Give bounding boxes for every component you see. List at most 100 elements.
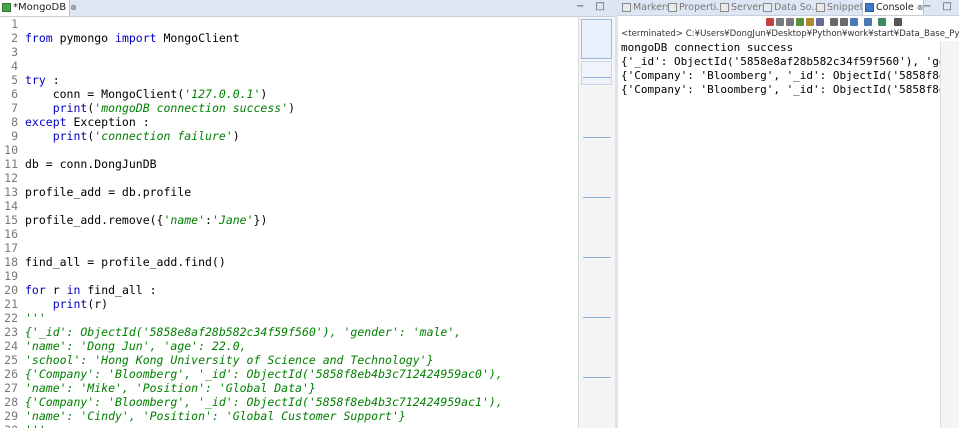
overview-mark[interactable] [583, 137, 611, 138]
code-text: profile_add = db.profile [25, 185, 191, 199]
code-line[interactable]: 28 {'Company': 'Bloomberg', '_id': Object… [0, 395, 578, 409]
close-icon[interactable]: ⊗ [917, 3, 924, 12]
keyword-token: except [25, 115, 67, 129]
code-line[interactable]: 9 print('connection failure') [0, 129, 578, 143]
terminate-icon[interactable] [766, 18, 774, 26]
line-number: 23 [4, 325, 18, 339]
overview-mark[interactable] [583, 317, 611, 318]
view-tab-snippets[interactable]: Snippets [814, 0, 868, 15]
code-line[interactable]: 12 [0, 171, 578, 185]
editor-tab-mongodb[interactable]: *MongoDB ⊗ [0, 0, 77, 16]
code-line[interactable]: 23 {'_id': ObjectId('5858e8af28b582c34f59… [0, 325, 578, 339]
code-text: ''' [25, 423, 46, 428]
line-number: 10 [4, 143, 18, 157]
code-line[interactable]: 21 print(r) [0, 297, 578, 311]
code-text: conn = MongoClient('127.0.0.1') [25, 87, 268, 101]
line-number: 16 [4, 227, 18, 241]
code-line[interactable]: 16 [0, 227, 578, 241]
code-line[interactable]: 3 [0, 45, 578, 59]
clear-console-icon[interactable] [796, 18, 804, 26]
code-line[interactable]: 2 from pymongo import MongoClient [0, 31, 578, 45]
code-text: {'Company': 'Bloomberg', '_id': ObjectId… [25, 395, 503, 409]
close-icon[interactable]: ⊗ [70, 0, 77, 16]
code-line[interactable]: 24 'name': 'Dong Jun', 'age': 22.0, [0, 339, 578, 353]
code-line[interactable]: 4 [0, 59, 578, 73]
show-stderr-icon[interactable] [840, 18, 848, 26]
code-editor[interactable]: 1 2 from pymongo import MongoClient 3 4 5 try … [0, 17, 578, 428]
overview-viewport[interactable] [581, 19, 612, 59]
code-line[interactable]: 17 [0, 241, 578, 255]
string-token: ''' [25, 423, 46, 428]
string-token: 'name': 'Mike', 'Position': 'Global Data… [25, 381, 316, 395]
keyword-token: print [52, 129, 88, 143]
code-token: find_all = profile_add.find() [25, 255, 226, 269]
code-line[interactable]: 14 [0, 199, 578, 213]
code-text: db = conn.DongJunDB [25, 157, 157, 171]
view-tab-data-so[interactable]: Data So... [761, 0, 820, 15]
editor-pane: *MongoDB ⊗ − □ 1 2 from pymongo import Mong… [0, 0, 615, 428]
code-text: {'Company': 'Bloomberg', '_id': ObjectId… [25, 367, 503, 381]
overview-mark[interactable] [583, 377, 611, 378]
keyword-token: try [25, 73, 46, 87]
code-line[interactable]: 10 [0, 143, 578, 157]
remove-launch-icon[interactable] [776, 18, 784, 26]
show-stdout-icon[interactable] [830, 18, 838, 26]
code-line[interactable]: 20 for r in find_all : [0, 283, 578, 297]
console-output-line: mongoDB connection success [621, 41, 794, 54]
code-text: 'name': 'Mike', 'Position': 'Global Data… [25, 381, 316, 395]
code-line[interactable]: 26 {'Company': 'Bloomberg', '_id': Object… [0, 367, 578, 381]
overview-mark[interactable] [583, 257, 611, 258]
code-line[interactable]: 30 ''' [0, 423, 578, 428]
view-tab-console[interactable]: Console ⊗ [862, 0, 925, 15]
code-token: pymongo [52, 31, 116, 45]
remove-all-icon[interactable] [786, 18, 794, 26]
line-number: 14 [4, 199, 18, 213]
overview-mark[interactable] [583, 197, 611, 198]
code-line[interactable]: 25 'school': 'Hong Kong University of Sci… [0, 353, 578, 367]
view-menu-icon[interactable] [894, 18, 902, 26]
line-number: 18 [4, 255, 18, 269]
string-token: 'mongoDB connection success' [94, 101, 289, 115]
line-number: 4 [11, 59, 18, 73]
code-line[interactable]: 6 conn = MongoClient('127.0.0.1') [0, 87, 578, 101]
code-line[interactable]: 27 'name': 'Mike', 'Position': 'Global Da… [0, 381, 578, 395]
code-line[interactable]: 8 except Exception : [0, 115, 578, 129]
overview-mark[interactable] [583, 77, 611, 78]
scroll-lock-icon[interactable] [806, 18, 814, 26]
console-vertical-scrollbar[interactable] [940, 41, 959, 428]
code-text: print(r) [25, 297, 108, 311]
code-line[interactable]: 1 [0, 17, 578, 31]
string-token: 'Jane' [211, 213, 254, 227]
view-tab-properti[interactable]: Properti... [666, 0, 725, 15]
code-line[interactable]: 7 print('mongoDB connection success') [0, 101, 578, 115]
line-number: 24 [4, 339, 18, 353]
overview-ruler[interactable] [578, 17, 615, 428]
console-output-line: {'_id': ObjectId('5858e8af28b582c34f59f5… [621, 55, 946, 68]
keyword-token: print [52, 297, 88, 311]
code-line[interactable]: 11 db = conn.DongJunDB [0, 157, 578, 171]
editor-window-controls[interactable]: − □ [576, 1, 609, 12]
code-line[interactable]: 15 profile_add.remove({'name':'Jane'}) [0, 213, 578, 227]
code-line[interactable]: 29 'name': 'Cindy', 'Position': 'Global C… [0, 409, 578, 423]
open-console-icon[interactable] [878, 18, 886, 26]
keyword-token: import [115, 31, 157, 45]
console-output[interactable]: mongoDB connection success {'_id': Object… [621, 41, 946, 97]
servers-icon [720, 3, 729, 12]
code-line[interactable]: 18 find_all = profile_add.find() [0, 255, 578, 269]
code-line[interactable]: 19 [0, 269, 578, 283]
pin-console-icon[interactable] [850, 18, 858, 26]
data-source-icon [763, 3, 772, 12]
console-window-controls[interactable]: − □ [923, 1, 956, 12]
word-wrap-icon[interactable] [816, 18, 824, 26]
view-tab-markers[interactable]: Markers [620, 0, 671, 15]
code-line[interactable]: 22 ''' [0, 311, 578, 325]
display-console-icon[interactable] [864, 18, 872, 26]
view-tab-servers[interactable]: Servers [718, 0, 767, 15]
string-token: '127.0.0.1' [184, 87, 261, 101]
code-line[interactable]: 5 try : [0, 73, 578, 87]
code-line[interactable]: 13 profile_add = db.profile [0, 185, 578, 199]
code-token: }) [253, 213, 268, 227]
string-token: {'Company': 'Bloomberg', '_id': ObjectId… [25, 395, 503, 409]
